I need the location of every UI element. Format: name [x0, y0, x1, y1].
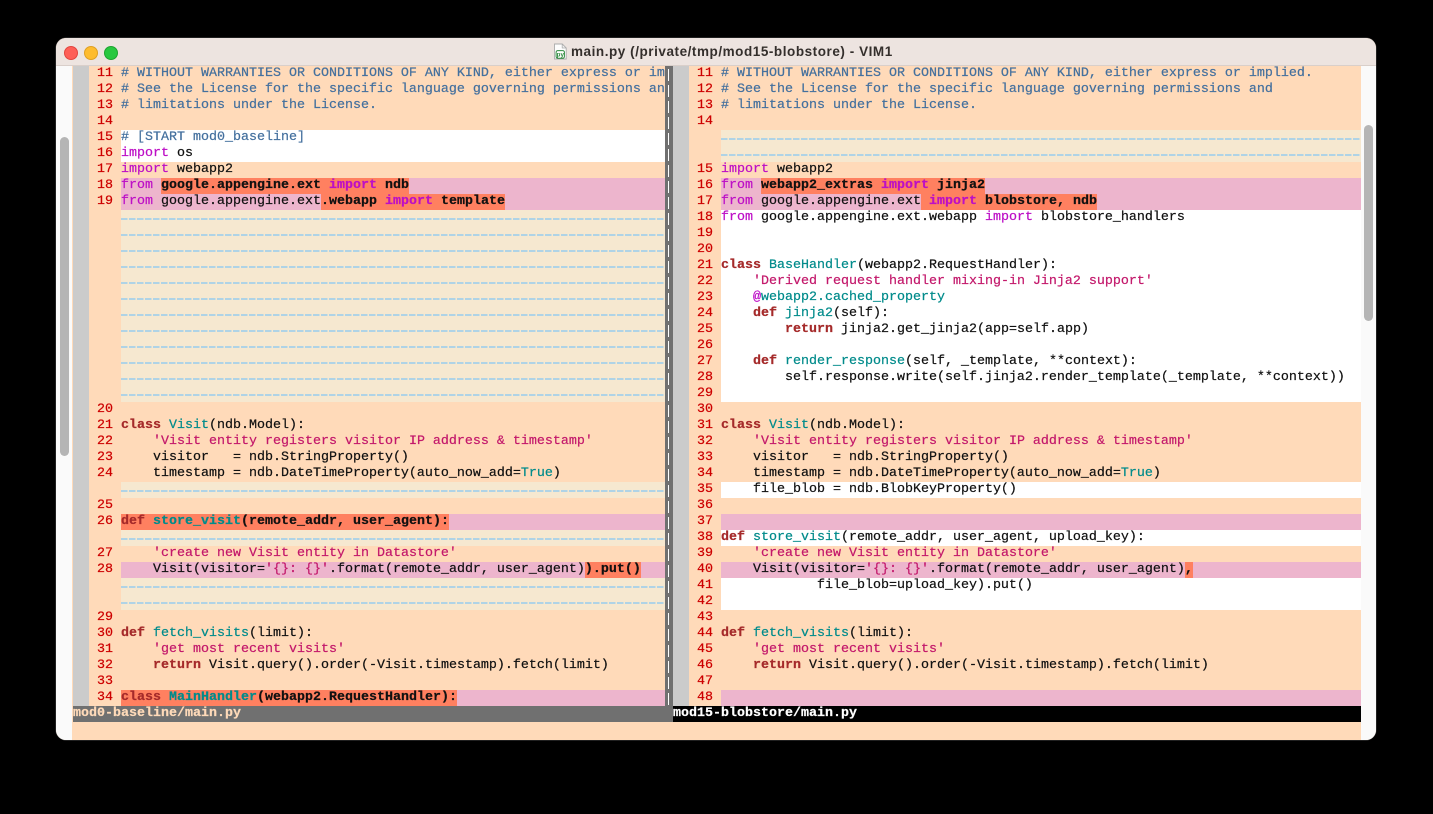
svg-text:py: py: [557, 51, 565, 58]
